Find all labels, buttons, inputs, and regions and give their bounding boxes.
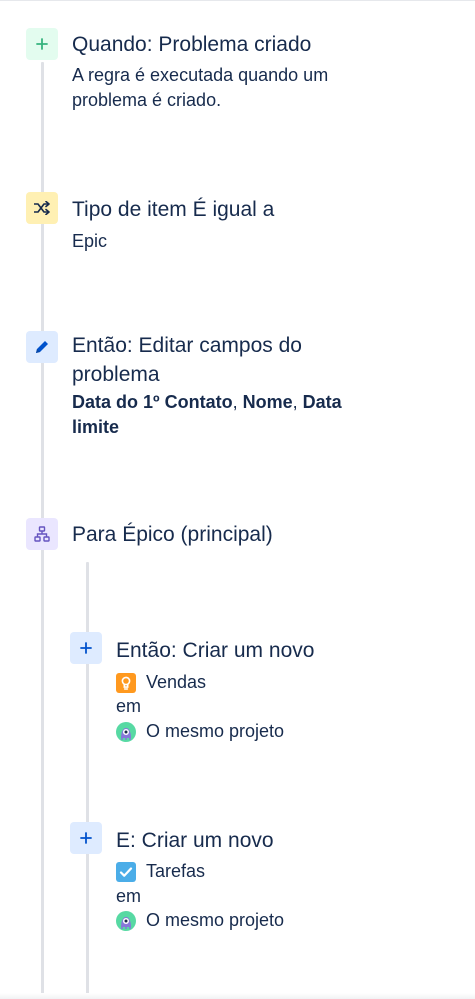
create1-project-label: O mesmo projeto xyxy=(146,721,285,741)
create1-issue-type-label: Vendas xyxy=(146,672,207,692)
edit-action-fields-line1: Data do 1º Contato, Nome, Data xyxy=(72,390,342,415)
project-avatar-icon xyxy=(116,721,136,742)
lightbulb-icon xyxy=(116,672,136,693)
branch-title: Para Épico (principal) xyxy=(72,523,273,546)
create2-title: E: Criar um novo xyxy=(116,829,274,852)
condition-value: Epic xyxy=(72,231,108,251)
trigger-description-line2: problema é criado. xyxy=(72,90,222,110)
create1-badge xyxy=(70,632,102,664)
condition-badge xyxy=(26,192,58,224)
field-data-limite-part1: Data xyxy=(302,392,342,412)
plus-icon xyxy=(80,832,92,844)
trigger-title: Quando: Problema criado xyxy=(72,33,312,56)
plus-icon xyxy=(36,38,48,50)
plus-icon xyxy=(80,642,92,654)
create2-project-label: O mesmo projeto xyxy=(146,910,285,930)
create1-issue-type: Vendas xyxy=(116,670,206,695)
checkbox-icon xyxy=(116,861,136,882)
branch-badge xyxy=(26,518,58,550)
field-data-primeiro-contato: Data do 1º Contato xyxy=(72,392,233,412)
create2-badge xyxy=(70,822,102,854)
field-data-limite-part2: limite xyxy=(72,417,120,437)
create2-project: O mesmo projeto xyxy=(116,908,284,933)
field-separator: , xyxy=(292,392,298,412)
create2-issue-type-label: Tarefas xyxy=(146,861,206,881)
create2-preposition: em xyxy=(116,886,142,906)
bottom-fade xyxy=(0,993,475,999)
field-nome: Nome xyxy=(242,392,293,412)
branch-timeline-line xyxy=(86,562,89,999)
edit-action-badge xyxy=(26,331,58,363)
create2-issue-type: Tarefas xyxy=(116,859,205,884)
trigger-description-line1: A regra é executada quando um xyxy=(72,65,329,85)
trigger-badge xyxy=(26,28,58,60)
project-avatar-icon xyxy=(116,910,136,931)
shuffle-icon xyxy=(34,201,50,215)
field-separator: , xyxy=(232,392,238,412)
create1-project: O mesmo projeto xyxy=(116,719,284,744)
edit-action-title-line2: problema xyxy=(72,363,160,386)
edit-action-title-line1: Então: Editar campos do xyxy=(72,334,302,357)
hierarchy-icon xyxy=(34,526,50,542)
top-divider xyxy=(0,0,475,1)
create1-title: Então: Criar um novo xyxy=(116,639,315,662)
create1-preposition: em xyxy=(116,696,142,716)
pencil-icon xyxy=(36,341,48,353)
condition-title: Tipo de item É igual a xyxy=(72,198,275,221)
